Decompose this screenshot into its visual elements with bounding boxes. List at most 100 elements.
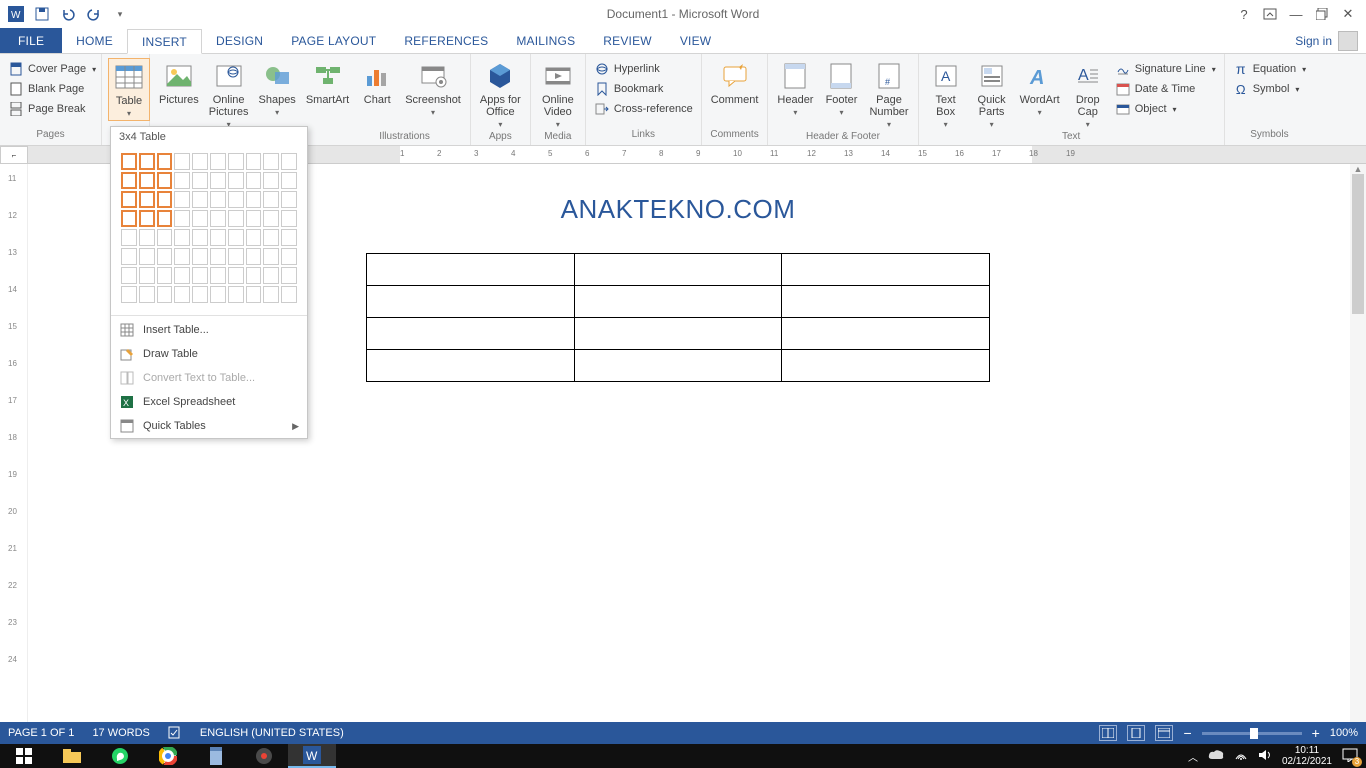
chart-button[interactable]: Chart [356, 58, 398, 108]
signature-line-button[interactable]: Signature Line▾ [1113, 60, 1218, 78]
undo-button[interactable] [56, 2, 80, 26]
grid-cell[interactable] [281, 229, 297, 246]
hyperlink-button[interactable]: Hyperlink [592, 60, 695, 78]
quick-tables-menu[interactable]: Quick Tables▶ [111, 414, 307, 438]
tab-file[interactable]: FILE [0, 28, 62, 53]
insert-table-menu[interactable]: Insert Table... [111, 318, 307, 342]
grid-cell[interactable] [192, 153, 208, 170]
vertical-scrollbar[interactable]: ▲ ▼ [1350, 164, 1366, 744]
grid-cell[interactable] [121, 229, 137, 246]
grid-cell[interactable] [263, 172, 279, 189]
tray-network-icon[interactable] [1234, 749, 1248, 764]
table-cell[interactable] [574, 350, 782, 382]
wordart-button[interactable]: AWordArt [1017, 58, 1063, 119]
table-cell[interactable] [574, 254, 782, 286]
grid-cell[interactable] [192, 229, 208, 246]
grid-cell[interactable] [121, 286, 137, 303]
text-box-button[interactable]: AText Box [925, 58, 967, 131]
tab-insert[interactable]: INSERT [127, 29, 202, 54]
grid-cell[interactable] [263, 229, 279, 246]
grid-cell[interactable] [157, 153, 173, 170]
cross-reference-button[interactable]: Cross-reference [592, 100, 695, 118]
page-number-button[interactable]: #Page Number [866, 58, 911, 131]
document-table[interactable] [366, 253, 990, 382]
grid-cell[interactable] [210, 172, 226, 189]
grid-cell[interactable] [192, 172, 208, 189]
grid-cell[interactable] [263, 267, 279, 284]
help-button[interactable]: ? [1232, 4, 1256, 24]
shapes-button[interactable]: Shapes [256, 58, 299, 119]
equation-button[interactable]: πEquation▾ [1231, 60, 1308, 78]
grid-cell[interactable] [139, 229, 155, 246]
table-button[interactable]: Table [108, 58, 150, 121]
table-cell[interactable] [782, 254, 990, 286]
vertical-ruler[interactable]: 1112131415161718192021222324 [0, 164, 28, 744]
grid-cell[interactable] [263, 248, 279, 265]
grid-cell[interactable] [210, 267, 226, 284]
scroll-thumb[interactable] [1352, 174, 1364, 314]
grid-cell[interactable] [281, 210, 297, 227]
taskbar-chrome-canary[interactable] [240, 744, 288, 768]
grid-cell[interactable] [210, 191, 226, 208]
table-grid-picker[interactable] [111, 147, 307, 313]
grid-cell[interactable] [281, 172, 297, 189]
grid-cell[interactable] [281, 153, 297, 170]
grid-cell[interactable] [157, 267, 173, 284]
grid-cell[interactable] [139, 172, 155, 189]
apps-for-office-button[interactable]: Apps for Office [477, 58, 524, 131]
grid-cell[interactable] [281, 191, 297, 208]
grid-cell[interactable] [246, 267, 262, 284]
grid-cell[interactable] [139, 210, 155, 227]
grid-cell[interactable] [246, 172, 262, 189]
start-button[interactable] [0, 744, 48, 768]
grid-cell[interactable] [192, 286, 208, 303]
grid-cell[interactable] [139, 153, 155, 170]
tab-mailings[interactable]: MAILINGS [502, 28, 589, 53]
grid-cell[interactable] [228, 172, 244, 189]
grid-cell[interactable] [281, 248, 297, 265]
grid-cell[interactable] [210, 229, 226, 246]
tray-clock[interactable]: 10:1102/12/2021 [1282, 745, 1332, 767]
grid-cell[interactable] [174, 210, 190, 227]
grid-cell[interactable] [246, 191, 262, 208]
status-page[interactable]: PAGE 1 OF 1 [8, 727, 74, 739]
cover-page-button[interactable]: Cover Page▾ [6, 60, 98, 78]
grid-cell[interactable] [121, 248, 137, 265]
grid-cell[interactable] [174, 191, 190, 208]
taskbar-notepad[interactable] [192, 744, 240, 768]
close-button[interactable]: ✕ [1336, 4, 1360, 24]
blank-page-button[interactable]: Blank Page [6, 80, 98, 98]
view-print-button[interactable] [1127, 725, 1145, 741]
footer-button[interactable]: Footer [820, 58, 862, 119]
status-proof-icon[interactable] [168, 725, 182, 742]
tray-overflow-button[interactable]: ︿ [1188, 749, 1198, 764]
screenshot-button[interactable]: Screenshot [402, 58, 464, 119]
bookmark-button[interactable]: Bookmark [592, 80, 695, 98]
grid-cell[interactable] [228, 248, 244, 265]
sign-in[interactable]: Sign in [1295, 28, 1366, 53]
grid-cell[interactable] [263, 210, 279, 227]
comment-button[interactable]: Comment [708, 58, 762, 108]
table-cell[interactable] [782, 286, 990, 318]
symbol-button[interactable]: ΩSymbol▾ [1231, 80, 1308, 98]
tab-design[interactable]: DESIGN [202, 28, 277, 53]
table-cell[interactable] [367, 350, 575, 382]
view-web-button[interactable] [1155, 725, 1173, 741]
qat-customize-button[interactable]: ▾ [108, 2, 132, 26]
tab-home[interactable]: HOME [62, 28, 127, 53]
grid-cell[interactable] [174, 248, 190, 265]
pictures-button[interactable]: Pictures [156, 58, 202, 108]
table-cell[interactable] [367, 318, 575, 350]
table-cell[interactable] [574, 286, 782, 318]
excel-spreadsheet-menu[interactable]: XExcel Spreadsheet [111, 390, 307, 414]
smartart-button[interactable]: SmartArt [303, 58, 352, 108]
grid-cell[interactable] [121, 191, 137, 208]
header-button[interactable]: Header [774, 58, 816, 119]
grid-cell[interactable] [192, 210, 208, 227]
grid-cell[interactable] [174, 267, 190, 284]
taskbar-chrome[interactable] [144, 744, 192, 768]
zoom-out-button[interactable]: − [1183, 725, 1191, 741]
grid-cell[interactable] [228, 267, 244, 284]
grid-cell[interactable] [157, 229, 173, 246]
grid-cell[interactable] [246, 210, 262, 227]
